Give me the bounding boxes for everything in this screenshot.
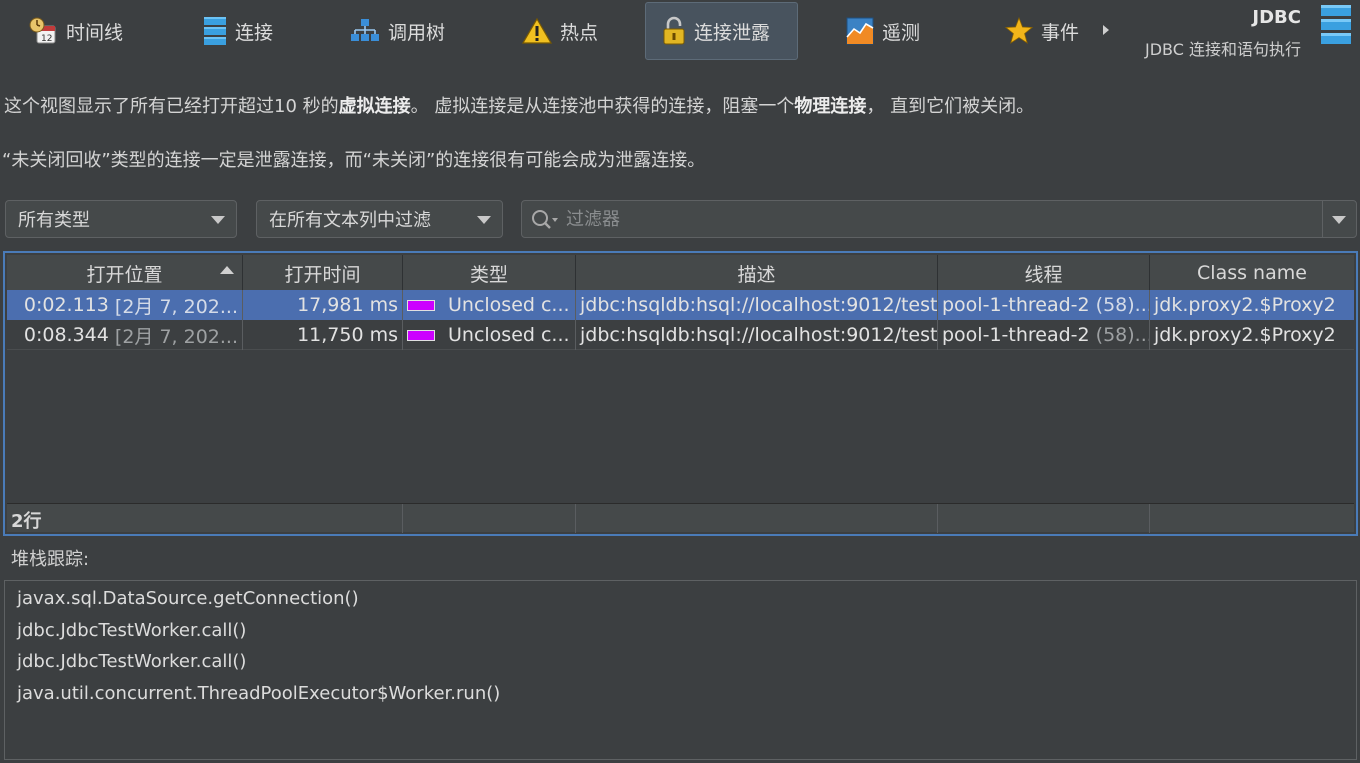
view-title: JDBC [1252,7,1301,28]
column-header-description[interactable]: 描述 [576,255,938,291]
stack-trace-label: 堆栈跟踪: [11,549,90,570]
sort-ascending-icon [220,266,234,274]
cell-open-time: 17,981 ms [243,290,403,320]
column-header-type[interactable]: 类型 [403,255,576,291]
cell-thread: pool-1-thread-2 (58)... [938,320,1150,350]
tab-events[interactable]: 事件 [1005,2,1079,60]
column-header-label: Class name [1197,262,1307,284]
column-filter-select[interactable]: 在所有文本列中过滤 [256,200,503,238]
description-emphasis: 虚拟连接 [338,96,411,117]
svg-text:12: 12 [41,34,52,44]
table-row[interactable]: 0:08.344 [2月 7, 202... 11,750 ms Unclose… [7,320,1354,350]
stack-frame[interactable]: jdbc.JdbcTestWorker.call() [17,620,246,641]
call-tree-icon [351,19,379,41]
telemetry-chart-icon [846,17,874,45]
open-position-value: 0:02.113 [23,294,109,316]
description-emphasis: 物理连接 [794,96,867,117]
search-history-dropdown-icon[interactable] [1332,216,1346,224]
filter-search-box [521,200,1357,238]
stack-frame[interactable]: java.util.concurrent.ThreadPoolExecutor$… [17,683,500,704]
column-header-open-time[interactable]: 打开时间 [243,255,403,291]
cell-thread: pool-1-thread-2 (58)... [938,290,1150,320]
stack-frame[interactable]: jdbc.JdbcTestWorker.call() [17,651,246,672]
chevron-down-icon [477,216,491,224]
tab-connections[interactable]: 连接 [203,2,273,60]
lock-icon [663,16,685,45]
view-toolbar: 12 时间线 连接 调用树 热点 连接泄露 遥测 事件 JDBC JDBC 连接… [0,0,1360,66]
column-header-label: 打开时间 [284,263,361,286]
description-text: ， 直到它们被关闭。 [866,96,1035,117]
tab-call-tree[interactable]: 调用树 [350,2,445,60]
cell-class-name: jdk.proxy2.$Proxy2 [1154,324,1336,346]
description-text: 。 虚拟连接是从连接池中获得的连接，阻塞一个 [410,96,795,117]
hotspot-warning-icon [522,17,552,44]
connection-leaks-table: 打开位置 打开时间 类型 描述 线程 Class name 0:02.113 [… [3,251,1358,536]
cell-description: jdbc:hsqldb:hsql://localhost:9012/test [576,320,938,350]
filter-search-input[interactable] [566,205,1266,233]
cell-open-position: 0:02.113 [2月 7, 202... [7,290,243,320]
description-text: 这个视图显示了所有已经打开超过10 秒的 [4,96,339,117]
jdbc-database-icon [1321,5,1351,44]
tab-hotspots[interactable]: 热点 [522,2,598,60]
tab-connection-leaks[interactable]: 连接泄露 [645,2,798,60]
type-color-swatch [407,299,435,311]
type-value: Unclosed c... [448,294,570,316]
open-position-value: 0:08.344 [23,324,109,346]
footer-cell: 2行 [7,504,403,533]
tab-label: 连接 [235,21,274,44]
table-row[interactable]: 0:02.113 [2月 7, 202... 17,981 ms Unclose… [7,290,1354,320]
cell-type: Unclosed c... [403,290,576,320]
more-tabs-arrow-icon[interactable] [1103,25,1109,35]
row-count: 2行 [11,511,42,532]
divider [1322,201,1323,237]
tab-label: 遥测 [882,21,921,44]
cell-class-name: jdk.proxy2.$Proxy2 [1154,294,1336,316]
column-header-label: 打开位置 [86,263,163,286]
search-icon[interactable] [531,209,561,231]
column-header-class-name[interactable]: Class name [1150,255,1354,291]
chevron-down-icon [211,216,225,224]
cell-open-time: 11,750 ms [243,320,403,350]
column-header-open-position[interactable]: 打开位置 [7,255,243,291]
view-description-note: “未关闭回收”类型的连接一定是泄露连接，而“未关闭”的连接很有可能会成为泄露连接… [2,150,706,171]
footer-cell [403,504,576,533]
tab-label: 时间线 [66,21,124,44]
star-icon [1005,17,1033,44]
tab-telemetry[interactable]: 遥测 [846,2,920,60]
footer-cell [1150,504,1354,533]
thread-id-value: (58)... [1095,324,1150,346]
footer-cell [938,504,1150,533]
stack-frame[interactable]: javax.sql.DataSource.getConnection() [17,588,359,609]
type-filter-value: 所有类型 [18,210,90,231]
footer-cell [576,504,938,533]
thread-value: pool-1-thread-2 [942,294,1090,316]
timeline-clock-icon: 12 [29,17,56,44]
cell-open-position: 0:08.344 [2月 7, 202... [7,320,243,350]
tab-label: 热点 [560,21,599,44]
column-header-label: 描述 [737,263,776,286]
connection-stack-icon [204,17,226,45]
column-header-label: 类型 [469,263,508,286]
table-header: 打开位置 打开时间 类型 描述 线程 Class name [7,255,1354,291]
column-header-label: 线程 [1024,263,1063,286]
stack-trace-panel: javax.sql.DataSource.getConnection() jdb… [4,580,1357,760]
type-filter-select[interactable]: 所有类型 [5,200,237,238]
type-value: Unclosed c... [448,324,570,346]
open-date-value: [2月 7, 202... [114,325,238,348]
thread-id-value: (58)... [1095,294,1150,316]
tab-label: 调用树 [388,21,446,44]
tab-timeline[interactable]: 12 时间线 [28,2,123,60]
view-description: 这个视图显示了所有已经打开超过10 秒的虚拟连接。 虚拟连接是从连接池中获得的连… [4,92,1034,118]
cell-description: jdbc:hsqldb:hsql://localhost:9012/test [576,290,938,320]
tab-label: 事件 [1041,21,1080,44]
tab-label: 连接泄露 [694,21,771,44]
cell-type: Unclosed c... [403,320,576,350]
column-filter-value: 在所有文本列中过滤 [269,210,431,231]
view-subtitle: JDBC 连接和语句执行 [1145,40,1301,59]
type-color-swatch [407,329,435,341]
thread-value: pool-1-thread-2 [942,324,1090,346]
column-header-thread[interactable]: 线程 [938,255,1150,291]
open-date-value: [2月 7, 202... [114,295,238,318]
table-footer: 2行 [7,503,1354,533]
